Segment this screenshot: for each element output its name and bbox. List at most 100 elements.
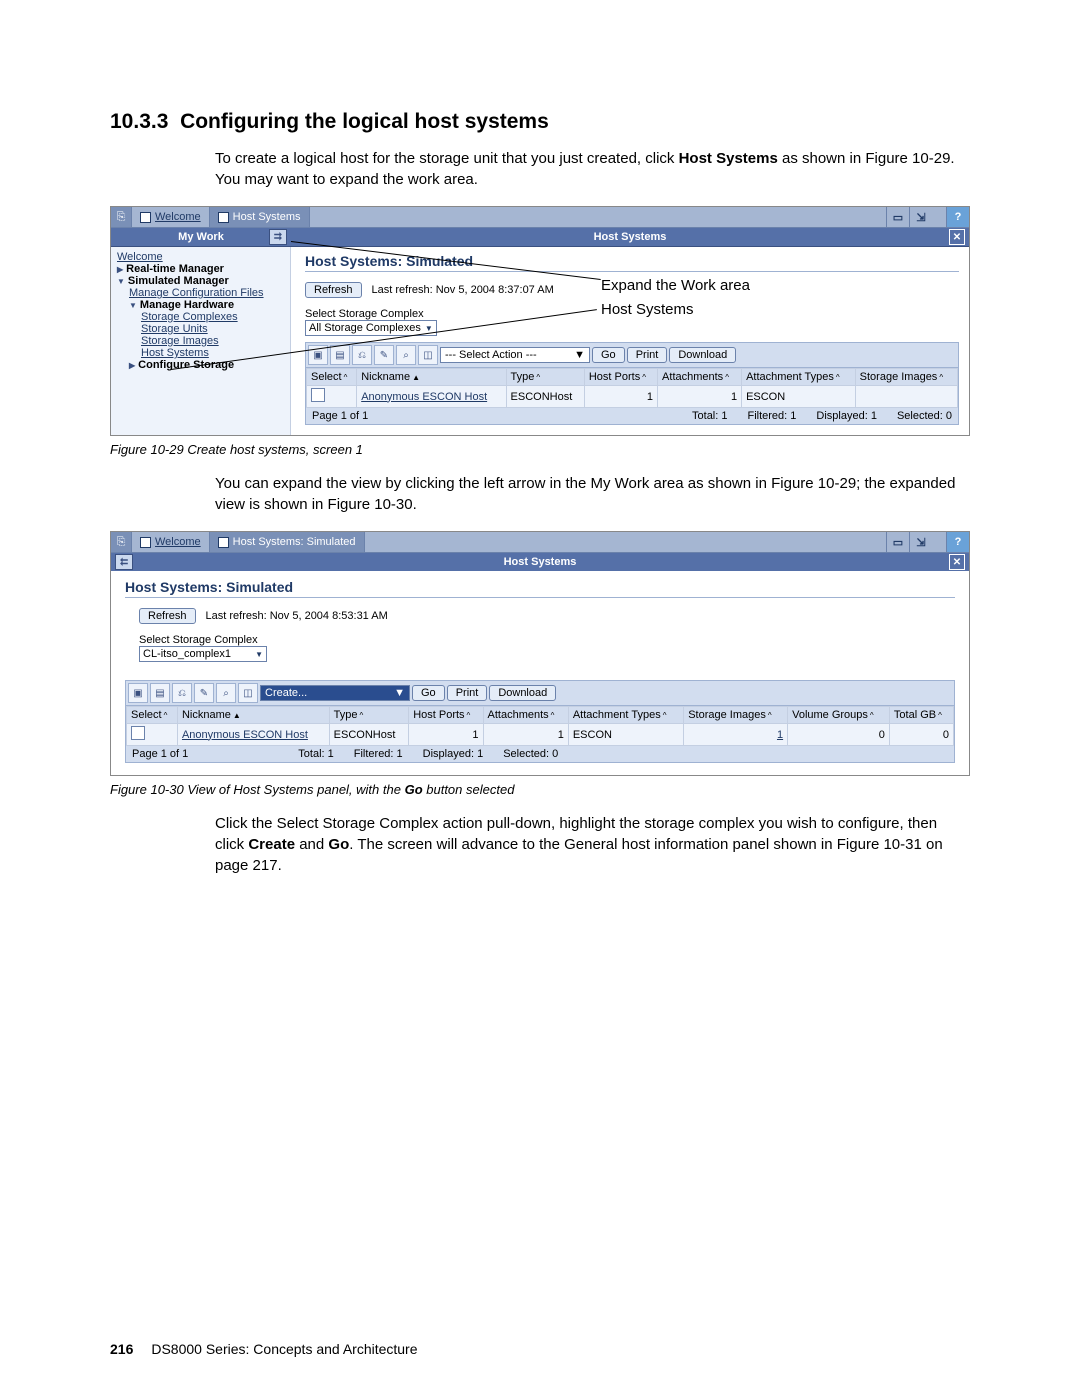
figure-29-caption: Figure 10-29 Create host systems, screen… bbox=[110, 442, 970, 457]
window-icon[interactable]: ▭ bbox=[886, 207, 909, 227]
annotation-host-systems: Host Systems bbox=[601, 301, 694, 318]
download-button[interactable]: Download bbox=[489, 685, 556, 701]
last-refresh-label: Last refresh: Nov 5, 2004 8:37:07 AM bbox=[372, 284, 554, 296]
col-storage-images[interactable]: Storage Images^ bbox=[855, 369, 957, 386]
paragraph-2: You can expand the view by clicking the … bbox=[215, 473, 970, 515]
refresh-button[interactable]: Refresh bbox=[305, 282, 362, 298]
col-select[interactable]: Select^ bbox=[127, 707, 178, 724]
tab-host-systems-simulated[interactable]: Host Systems: Simulated bbox=[210, 532, 365, 552]
host-systems-panel-title: Host Systems ✕ bbox=[291, 228, 969, 247]
table-row: Anonymous ESCON Host ESCONHost 1 1 ESCON… bbox=[127, 724, 954, 746]
download-button[interactable]: Download bbox=[669, 347, 736, 363]
tab-host-systems[interactable]: Host Systems bbox=[210, 207, 310, 227]
go-button[interactable]: Go bbox=[412, 685, 445, 701]
print-button[interactable]: Print bbox=[447, 685, 488, 701]
sidebar-simulated-manager[interactable]: Simulated Manager bbox=[117, 275, 229, 287]
checkbox-icon bbox=[218, 212, 229, 223]
sidebar-welcome[interactable]: Welcome bbox=[117, 251, 284, 263]
tool-icon[interactable]: ▤ bbox=[150, 683, 170, 703]
sidebar-realtime-manager[interactable]: Real-time Manager bbox=[117, 263, 224, 275]
sidebar-configure-storage[interactable]: Configure Storage bbox=[129, 359, 234, 371]
sidebar-manage-config[interactable]: Manage Configuration Files bbox=[129, 287, 284, 299]
refresh-button[interactable]: Refresh bbox=[139, 608, 196, 624]
col-attachments[interactable]: Attachments^ bbox=[483, 707, 568, 724]
pin-icon[interactable]: ⇲ bbox=[909, 532, 932, 552]
sidebar-manage-hardware[interactable]: Manage Hardware bbox=[129, 299, 234, 311]
row-checkbox[interactable] bbox=[131, 726, 145, 740]
action-select[interactable]: --- Select Action ---▼ bbox=[440, 347, 590, 363]
tool-icon[interactable]: ⌕ bbox=[396, 345, 416, 365]
app-icon[interactable]: ⎘ bbox=[111, 532, 132, 552]
host-systems-panel-title: ⮄ Host Systems ✕ bbox=[111, 553, 969, 571]
tool-icon[interactable]: ◫ bbox=[238, 683, 258, 703]
help-icon[interactable]: ? bbox=[946, 207, 969, 227]
go-button[interactable]: Go bbox=[592, 347, 625, 363]
chevron-down-icon: ▼ bbox=[394, 687, 405, 699]
col-type[interactable]: Type^ bbox=[329, 707, 409, 724]
figure-29-screenshot: ⎘ Welcome Host Systems ▭ ⇲ ? My Work ⮆ H… bbox=[110, 206, 970, 436]
row-nickname-link[interactable]: Anonymous ESCON Host bbox=[182, 729, 308, 741]
col-attach-types[interactable]: Attachment Types^ bbox=[568, 707, 683, 724]
sidebar-storage-images[interactable]: Storage Images bbox=[141, 335, 284, 347]
checkbox-icon bbox=[140, 212, 151, 223]
col-type[interactable]: Type^ bbox=[506, 369, 584, 386]
col-host-ports[interactable]: Host Ports^ bbox=[584, 369, 657, 386]
select-complex-label: Select Storage Complex bbox=[139, 634, 955, 646]
tool-icon[interactable]: ⎌ bbox=[172, 683, 192, 703]
app-icon[interactable]: ⎘ bbox=[111, 207, 132, 227]
chevron-down-icon: ▼ bbox=[425, 324, 433, 333]
data-table: ▣ ▤ ⎌ ✎ ⌕ ◫ Create...▼ Go Print Download… bbox=[125, 680, 955, 763]
sidebar-host-systems[interactable]: Host Systems bbox=[141, 347, 284, 359]
tab-welcome[interactable]: Welcome bbox=[132, 532, 210, 552]
data-table: ▣ ▤ ⎌ ✎ ⌕ ◫ --- Select Action ---▼ Go Pr… bbox=[305, 342, 959, 425]
tab-welcome[interactable]: Welcome bbox=[132, 207, 210, 227]
tool-icon[interactable]: ✎ bbox=[374, 345, 394, 365]
tool-icon[interactable]: ▣ bbox=[128, 683, 148, 703]
table-footer: Page 1 of 1 Total: 1 Filtered: 1 Display… bbox=[126, 746, 954, 762]
chevron-down-icon: ▼ bbox=[574, 349, 585, 361]
expand-sidebar-button[interactable]: ⮄ bbox=[115, 554, 133, 570]
section-heading: 10.3.3 Configuring the logical host syst… bbox=[110, 110, 970, 134]
row-nickname-link[interactable]: Anonymous ESCON Host bbox=[361, 391, 487, 403]
tool-icon[interactable]: ◫ bbox=[418, 345, 438, 365]
checkbox-icon bbox=[218, 537, 229, 548]
col-attach-types[interactable]: Attachment Types^ bbox=[742, 369, 856, 386]
close-icon[interactable]: ✕ bbox=[949, 229, 965, 245]
tab-bar: ⎘ Welcome Host Systems: Simulated ▭ ⇲ ? bbox=[111, 532, 969, 553]
window-icon[interactable]: ▭ bbox=[886, 532, 909, 552]
action-select[interactable]: Create...▼ bbox=[260, 685, 410, 701]
col-volume-groups[interactable]: Volume Groups^ bbox=[788, 707, 890, 724]
col-total-gb[interactable]: Total GB^ bbox=[889, 707, 953, 724]
table-row: Anonymous ESCON Host ESCONHost 1 1 ESCON bbox=[307, 386, 958, 408]
chevron-down-icon: ▼ bbox=[255, 650, 263, 659]
tool-icon[interactable]: ⌕ bbox=[216, 683, 236, 703]
table-footer: Page 1 of 1 Total: 1 Filtered: 1 Display… bbox=[306, 408, 958, 424]
content-area: Host Systems: Simulated Refresh Last ref… bbox=[291, 247, 969, 435]
page-footer: 216DS8000 Series: Concepts and Architect… bbox=[110, 1341, 418, 1357]
sidebar-storage-units[interactable]: Storage Units bbox=[141, 323, 284, 335]
col-storage-images[interactable]: Storage Images^ bbox=[684, 707, 788, 724]
last-refresh-label: Last refresh: Nov 5, 2004 8:53:31 AM bbox=[206, 610, 388, 622]
tab-bar: ⎘ Welcome Host Systems ▭ ⇲ ? bbox=[111, 207, 969, 228]
tool-icon[interactable]: ⎌ bbox=[352, 345, 372, 365]
close-icon[interactable]: ✕ bbox=[949, 554, 965, 570]
print-button[interactable]: Print bbox=[627, 347, 668, 363]
storage-complex-select[interactable]: CL-itso_complex1▼ bbox=[139, 646, 267, 662]
table-toolbar: ▣ ▤ ⎌ ✎ ⌕ ◫ Create...▼ Go Print Download bbox=[126, 681, 954, 706]
sidebar-storage-complexes[interactable]: Storage Complexes bbox=[141, 311, 284, 323]
col-nickname[interactable]: Nickname▲ bbox=[357, 369, 506, 386]
col-nickname[interactable]: Nickname▲ bbox=[177, 707, 329, 724]
row-checkbox[interactable] bbox=[311, 388, 325, 402]
section-title: Configuring the logical host systems bbox=[180, 110, 549, 133]
help-icon[interactable]: ? bbox=[946, 532, 969, 552]
page-number: 216 bbox=[110, 1341, 133, 1357]
figure-30-screenshot: ⎘ Welcome Host Systems: Simulated ▭ ⇲ ? … bbox=[110, 531, 970, 776]
collapse-sidebar-button[interactable]: ⮆ bbox=[269, 229, 287, 245]
col-host-ports[interactable]: Host Ports^ bbox=[409, 707, 483, 724]
storage-images-link[interactable]: 1 bbox=[777, 729, 783, 741]
tool-icon[interactable]: ▤ bbox=[330, 345, 350, 365]
col-select[interactable]: Select^ bbox=[307, 369, 357, 386]
pin-icon[interactable]: ⇲ bbox=[909, 207, 932, 227]
tool-icon[interactable]: ✎ bbox=[194, 683, 214, 703]
col-attachments[interactable]: Attachments^ bbox=[658, 369, 742, 386]
